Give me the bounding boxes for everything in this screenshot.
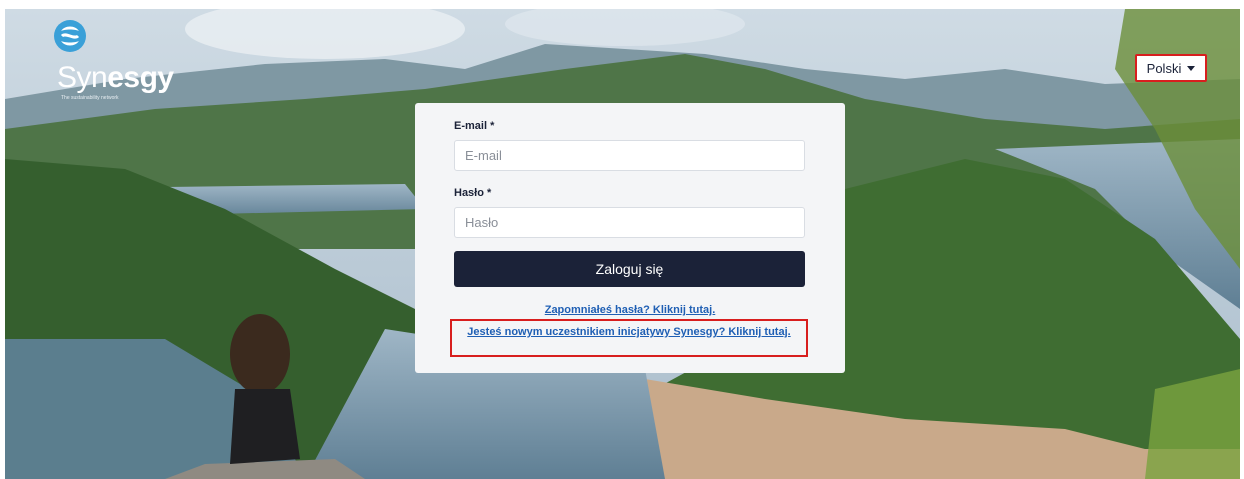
logo-mark-icon [54, 20, 86, 52]
language-selector[interactable]: Polski [1135, 54, 1207, 82]
register-highlight: Jesteś nowym uczestnikiem inicjatywy Syn… [450, 319, 808, 357]
brand-name-light: Syn [57, 61, 108, 94]
email-input[interactable] [454, 140, 805, 171]
brand-name-bold: esgy [107, 61, 174, 94]
password-label: Hasło * [454, 187, 492, 199]
brand-name: Synesgy [57, 63, 174, 93]
password-input[interactable] [454, 207, 805, 238]
register-link[interactable]: Jesteś nowym uczestnikiem inicjatywy Syn… [452, 325, 806, 340]
caret-down-icon [1187, 65, 1196, 71]
synesgy-logo: Synesgy The sustainability network [53, 19, 174, 109]
login-panel: E-mail * Hasło * Zaloguj się Zapomniałeś… [415, 103, 845, 373]
forgot-password-link[interactable]: Zapomniałeś hasła? Kliknij tutaj. [415, 304, 845, 316]
email-label: E-mail * [454, 120, 495, 132]
brand-tagline: The sustainability network [61, 95, 119, 101]
login-button[interactable]: Zaloguj się [454, 251, 805, 287]
language-label: Polski [1146, 60, 1182, 76]
